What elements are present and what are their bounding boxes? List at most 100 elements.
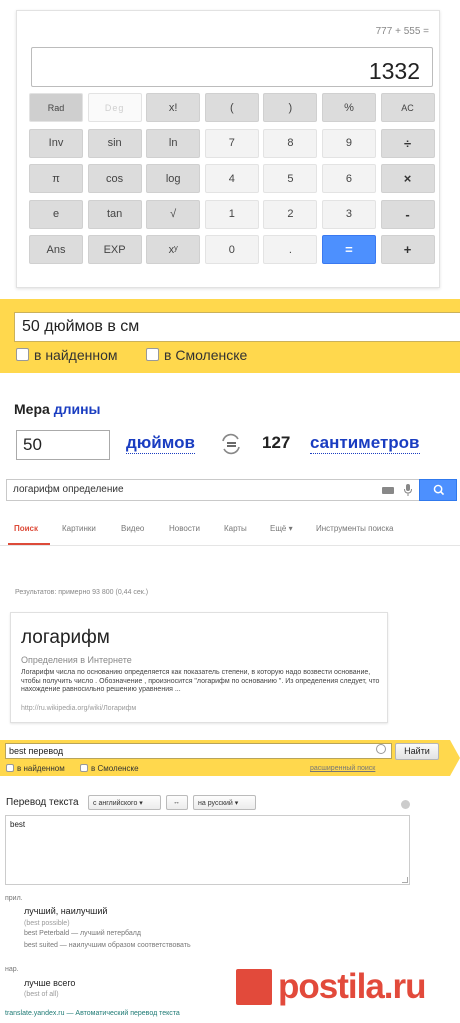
google-search-button[interactable] bbox=[419, 479, 457, 501]
option-in-found[interactable]: в найденном bbox=[16, 347, 118, 363]
key-power[interactable]: xʸ bbox=[146, 235, 201, 264]
checkbox-icon[interactable] bbox=[16, 348, 29, 362]
part-of-speech-adverb: нар. bbox=[5, 966, 19, 973]
definition-text: Логарифм числа по основанию определяется… bbox=[21, 669, 380, 693]
key-inv[interactable]: Inv bbox=[29, 128, 83, 158]
calculator-display: 1332 bbox=[31, 47, 433, 87]
google-tab-bar: Поиск Картинки Видео Новости Карты Ещё ▾… bbox=[0, 518, 460, 548]
swap-languages-button[interactable]: ↔ bbox=[166, 795, 188, 810]
translation-example: best suited — наилучшим образом соответс… bbox=[24, 942, 191, 949]
translation-adjective-note: (best possible) bbox=[24, 920, 70, 927]
option-label: в Смоленске bbox=[91, 764, 139, 773]
advanced-search-link[interactable]: расширенный поиск bbox=[310, 765, 375, 772]
yandex-search-input[interactable]: 50 дюймов в см bbox=[14, 312, 460, 342]
tab-more[interactable]: Ещё ▾ bbox=[270, 524, 293, 533]
definition-subtitle: Определения в Интернете bbox=[21, 655, 132, 665]
key-plus[interactable]: + bbox=[380, 235, 435, 264]
translate-source-textarea[interactable]: best bbox=[5, 815, 410, 885]
swap-icon[interactable] bbox=[219, 432, 243, 456]
key-1[interactable]: 1 bbox=[204, 199, 259, 229]
translation-example: best Peterbald — лучший петербалд bbox=[24, 930, 141, 937]
key-9[interactable]: 9 bbox=[321, 128, 376, 158]
key-4[interactable]: 4 bbox=[204, 164, 259, 193]
key-deg[interactable]: Deg bbox=[87, 93, 142, 122]
key-log[interactable]: log bbox=[146, 164, 201, 193]
bar-arrow-decoration bbox=[450, 740, 460, 776]
key-0[interactable]: 0 bbox=[204, 235, 259, 264]
tab-video[interactable]: Видео bbox=[121, 524, 144, 533]
converter-to-unit[interactable]: сантиметров bbox=[310, 433, 420, 454]
translate-source-link[interactable]: translate.yandex.ru — Автоматический пер… bbox=[5, 1010, 180, 1017]
yandex-search-bar-2: best перевод Найти в найденном в Смоленс… bbox=[0, 740, 450, 776]
key-rad[interactable]: Rad bbox=[29, 93, 83, 122]
clear-icon[interactable] bbox=[376, 744, 386, 754]
watermark-text: postila.ru bbox=[278, 967, 427, 1006]
key-equals[interactable]: = bbox=[321, 235, 376, 264]
keyboard-icon[interactable] bbox=[382, 487, 394, 494]
key-decimal[interactable]: . bbox=[263, 235, 318, 264]
key-sqrt[interactable]: √ bbox=[146, 199, 201, 229]
yandex-search-button[interactable]: Найти bbox=[395, 743, 439, 760]
tab-search-tools[interactable]: Инструменты поиска bbox=[316, 524, 393, 533]
key-5[interactable]: 5 bbox=[263, 164, 318, 193]
key-7[interactable]: 7 bbox=[204, 128, 259, 158]
tab-news[interactable]: Новости bbox=[169, 524, 200, 533]
key-ans[interactable]: Ans bbox=[29, 235, 83, 264]
postila-logo-icon bbox=[236, 969, 272, 1005]
key-minus[interactable]: - bbox=[380, 199, 435, 229]
key-open-paren[interactable]: ( bbox=[204, 93, 259, 122]
option-in-city-2[interactable]: в Смоленске bbox=[80, 763, 139, 773]
key-cos[interactable]: cos bbox=[87, 164, 142, 193]
option-in-found-2[interactable]: в найденном bbox=[6, 763, 65, 773]
key-close-paren[interactable]: ) bbox=[263, 93, 318, 122]
key-factorial[interactable]: x! bbox=[146, 93, 201, 122]
checkbox-icon[interactable] bbox=[6, 763, 14, 772]
key-2[interactable]: 2 bbox=[263, 199, 318, 229]
definition-source-link[interactable]: http://ru.wikipedia.org/wiki/Логарифм bbox=[21, 705, 136, 712]
key-multiply[interactable]: × bbox=[380, 164, 435, 193]
converter-from-unit[interactable]: дюймов bbox=[126, 433, 195, 454]
key-sin[interactable]: sin bbox=[87, 128, 142, 158]
part-of-speech-adjective: прил. bbox=[5, 895, 23, 902]
yandex-search-input-2[interactable]: best перевод bbox=[5, 743, 392, 759]
tab-search[interactable]: Поиск bbox=[14, 524, 38, 533]
checkbox-icon[interactable] bbox=[146, 348, 159, 362]
converter-amount-input[interactable]: 50 bbox=[16, 430, 110, 460]
target-language-select[interactable]: на русский ▾ bbox=[193, 795, 256, 810]
yandex-search-bar: 50 дюймов в см в найденном в Смоленске bbox=[0, 299, 460, 373]
key-tan[interactable]: tan bbox=[87, 199, 142, 229]
key-e[interactable]: e bbox=[29, 199, 83, 229]
translation-adjective: лучший, наилучший bbox=[24, 906, 108, 916]
tab-maps[interactable]: Карты bbox=[224, 524, 247, 533]
key-6[interactable]: 6 bbox=[321, 164, 376, 193]
microphone-icon[interactable] bbox=[402, 483, 414, 497]
key-3[interactable]: 3 bbox=[321, 199, 376, 229]
resize-handle-icon[interactable] bbox=[402, 877, 408, 883]
key-exp[interactable]: EXP bbox=[87, 235, 142, 264]
google-search-box[interactable]: логарифм определение bbox=[6, 479, 457, 501]
translation-adverb: лучше всего bbox=[24, 978, 76, 988]
result-stats: Результатов: примерно 93 800 (0,44 сек.) bbox=[15, 589, 149, 596]
checkbox-icon[interactable] bbox=[80, 763, 88, 772]
source-language-select[interactable]: с английского ▾ bbox=[88, 795, 161, 810]
key-percent[interactable]: % bbox=[321, 93, 376, 122]
key-ac[interactable]: AC bbox=[380, 93, 435, 122]
converter-title-prefix: Мера bbox=[14, 401, 50, 417]
converter-category-link[interactable]: длины bbox=[54, 401, 101, 417]
definition-term: логарифм bbox=[21, 627, 110, 648]
option-in-city[interactable]: в Смоленске bbox=[146, 347, 247, 363]
key-ln[interactable]: ln bbox=[146, 128, 201, 158]
source-text: best bbox=[10, 820, 26, 829]
translate-title: Перевод текста bbox=[6, 797, 79, 808]
key-8[interactable]: 8 bbox=[263, 128, 318, 158]
calculator-expression: 777 + 555 = bbox=[375, 26, 429, 37]
key-divide[interactable]: ÷ bbox=[380, 128, 435, 158]
converter-result-value: 127 bbox=[262, 433, 291, 452]
calculator-widget: 777 + 555 = 1332 Rad Deg x!()% AC Inv sin ln 7 8… bbox=[16, 10, 440, 288]
tab-images[interactable]: Картинки bbox=[62, 524, 96, 533]
option-label: в найденном bbox=[17, 764, 65, 773]
option-label: в найденном bbox=[34, 347, 118, 363]
close-icon[interactable] bbox=[401, 800, 410, 809]
definition-card: логарифм Определения в Интернете Логариф… bbox=[10, 612, 388, 723]
key-pi[interactable]: π bbox=[29, 164, 83, 193]
